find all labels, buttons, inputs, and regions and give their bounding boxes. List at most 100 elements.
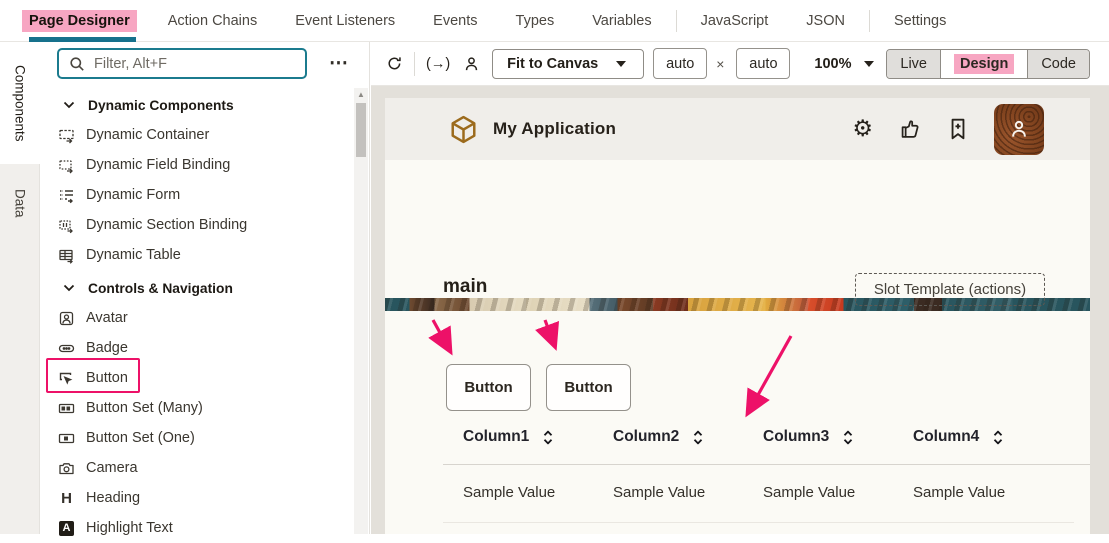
- editor-tab-bar: Page Designer Action Chains Event Listen…: [0, 0, 1109, 42]
- button-set-one-icon: [58, 430, 75, 447]
- chevron-down-icon: [60, 97, 77, 114]
- chevron-down-icon: [60, 280, 77, 297]
- tab-variables[interactable]: Variables: [573, 0, 670, 42]
- column-header-1[interactable]: Column1: [463, 428, 613, 446]
- slot-template-placeholder[interactable]: Slot Template (actions): [855, 273, 1045, 306]
- palette-item-dynamic-container[interactable]: Dynamic Container: [40, 120, 353, 150]
- palette-item-highlight-text[interactable]: A Highlight Text: [40, 513, 353, 543]
- left-dock-strip: Components Data: [0, 42, 40, 534]
- table-cell: Sample Value: [913, 484, 1063, 501]
- sort-icon[interactable]: [839, 429, 856, 446]
- canvas-width-input[interactable]: [653, 48, 707, 79]
- preview-button-2[interactable]: Button: [546, 364, 631, 411]
- canvas-height-input[interactable]: [736, 48, 790, 79]
- dynamic-form-icon: [58, 187, 75, 204]
- table-cell: Sample Value: [763, 484, 913, 501]
- mode-design-button[interactable]: Design: [940, 50, 1027, 78]
- palette-item-button[interactable]: Button: [40, 363, 353, 393]
- app-header-actions: ⚙: [852, 104, 1044, 155]
- palette-overflow-menu-icon[interactable]: ⋯: [324, 50, 354, 76]
- avatar-icon: [58, 310, 75, 327]
- design-canvas: My Application ⚙ main Slot Template (act…: [371, 86, 1109, 534]
- palette-item-button-set-many[interactable]: Button Set (Many): [40, 393, 353, 423]
- bookmark-plus-icon[interactable]: [947, 117, 969, 141]
- heading-icon: H: [58, 490, 75, 507]
- component-filter-field[interactable]: [57, 48, 307, 79]
- settings-gear-icon[interactable]: ⚙: [852, 118, 873, 141]
- page-heading: main: [443, 276, 487, 298]
- sort-icon[interactable]: [689, 429, 706, 446]
- tab-page-designer[interactable]: Page Designer: [10, 0, 149, 42]
- mode-live-button[interactable]: Live: [887, 50, 940, 78]
- page-title-row: main Slot Template (actions): [385, 160, 1090, 298]
- person-icon: [463, 55, 480, 72]
- caret-down-icon: [612, 55, 629, 72]
- table-row-divider: [443, 522, 1074, 523]
- column-header-2[interactable]: Column2: [613, 428, 763, 446]
- app-preview-frame[interactable]: My Application ⚙ main Slot Template (act…: [385, 98, 1090, 534]
- section-controls-navigation[interactable]: Controls & Navigation: [40, 273, 353, 303]
- components-tree: Dynamic Components Dynamic Container Dyn…: [40, 90, 353, 543]
- table-cell: Sample Value: [463, 484, 613, 501]
- palette-item-camera[interactable]: Camera: [40, 453, 353, 483]
- palette-scrollbar[interactable]: ▲: [354, 88, 368, 534]
- user-avatar[interactable]: [994, 104, 1044, 155]
- refresh-icon: [386, 55, 403, 72]
- tab-divider: [869, 10, 870, 32]
- tab-events[interactable]: Events: [414, 0, 496, 42]
- palette-item-dynamic-form[interactable]: Dynamic Form: [40, 180, 353, 210]
- toolbar-divider: [414, 52, 415, 76]
- sort-icon[interactable]: [989, 429, 1006, 446]
- palette-item-dynamic-section-binding[interactable]: Dynamic Section Binding: [40, 210, 353, 240]
- refresh-canvas-button[interactable]: [386, 55, 403, 72]
- button-icon: [58, 370, 75, 387]
- fit-to-canvas-dropdown[interactable]: Fit to Canvas: [492, 49, 644, 79]
- palette-item-dynamic-table[interactable]: Dynamic Table: [40, 240, 353, 270]
- search-icon: [68, 55, 85, 72]
- app-title: My Application: [493, 119, 616, 139]
- components-palette: ⋯ Dynamic Components Dynamic Container D…: [40, 42, 370, 534]
- caret-down-icon: [861, 55, 878, 72]
- palette-item-button-set-one[interactable]: Button Set (One): [40, 423, 353, 453]
- breakpoint-range-button[interactable]: (→): [426, 56, 450, 72]
- table-row[interactable]: Sample Value Sample Value Sample Value S…: [463, 484, 1063, 501]
- tab-javascript[interactable]: JavaScript: [682, 0, 788, 42]
- column-header-4[interactable]: Column4: [913, 428, 1063, 446]
- dock-tab-data[interactable]: Data: [0, 164, 40, 242]
- zoom-level-dropdown[interactable]: 100%: [814, 55, 877, 72]
- camera-icon: [58, 460, 75, 477]
- mode-code-button[interactable]: Code: [1027, 50, 1089, 78]
- sort-icon[interactable]: [539, 429, 556, 446]
- tab-event-listeners[interactable]: Event Listeners: [276, 0, 414, 42]
- tab-types[interactable]: Types: [497, 0, 574, 42]
- page-content: Button Button Column1 Column2 Column3 Co…: [385, 311, 1090, 532]
- component-filter-input[interactable]: [94, 56, 296, 72]
- table-header-row: Column1 Column2 Column3 Column4: [463, 428, 1063, 446]
- dynamic-container-icon: [58, 127, 75, 144]
- tab-action-chains[interactable]: Action Chains: [149, 0, 276, 42]
- dock-tab-components[interactable]: Components: [0, 42, 40, 164]
- app-logo-cube-icon: [449, 115, 478, 144]
- scrollbar-up-arrow-icon[interactable]: ▲: [354, 88, 368, 101]
- button-set-many-icon: [58, 400, 75, 417]
- canvas-toolbar: (→) Fit to Canvas × 100% Live Design Cod…: [371, 42, 1109, 86]
- column-header-3[interactable]: Column3: [763, 428, 913, 446]
- thumbs-up-icon[interactable]: [898, 117, 922, 141]
- palette-item-avatar[interactable]: Avatar: [40, 303, 353, 333]
- dimension-times-label: ×: [716, 56, 724, 72]
- tab-json[interactable]: JSON: [787, 0, 864, 42]
- palette-item-dynamic-field-binding[interactable]: Dynamic Field Binding: [40, 150, 353, 180]
- scrollbar-thumb[interactable]: [356, 103, 366, 157]
- section-dynamic-components[interactable]: Dynamic Components: [40, 90, 353, 120]
- tab-divider: [676, 10, 677, 32]
- preview-user-button[interactable]: [463, 55, 480, 72]
- app-header: My Application ⚙: [385, 98, 1090, 160]
- palette-item-badge[interactable]: Badge: [40, 333, 353, 363]
- palette-item-heading[interactable]: H Heading: [40, 483, 353, 513]
- table-cell: Sample Value: [613, 484, 763, 501]
- preview-button-1[interactable]: Button: [446, 364, 531, 411]
- badge-icon: [58, 340, 75, 357]
- dynamic-field-binding-icon: [58, 157, 75, 174]
- paren-arrow-icon: (→): [426, 56, 450, 72]
- tab-settings[interactable]: Settings: [875, 0, 965, 42]
